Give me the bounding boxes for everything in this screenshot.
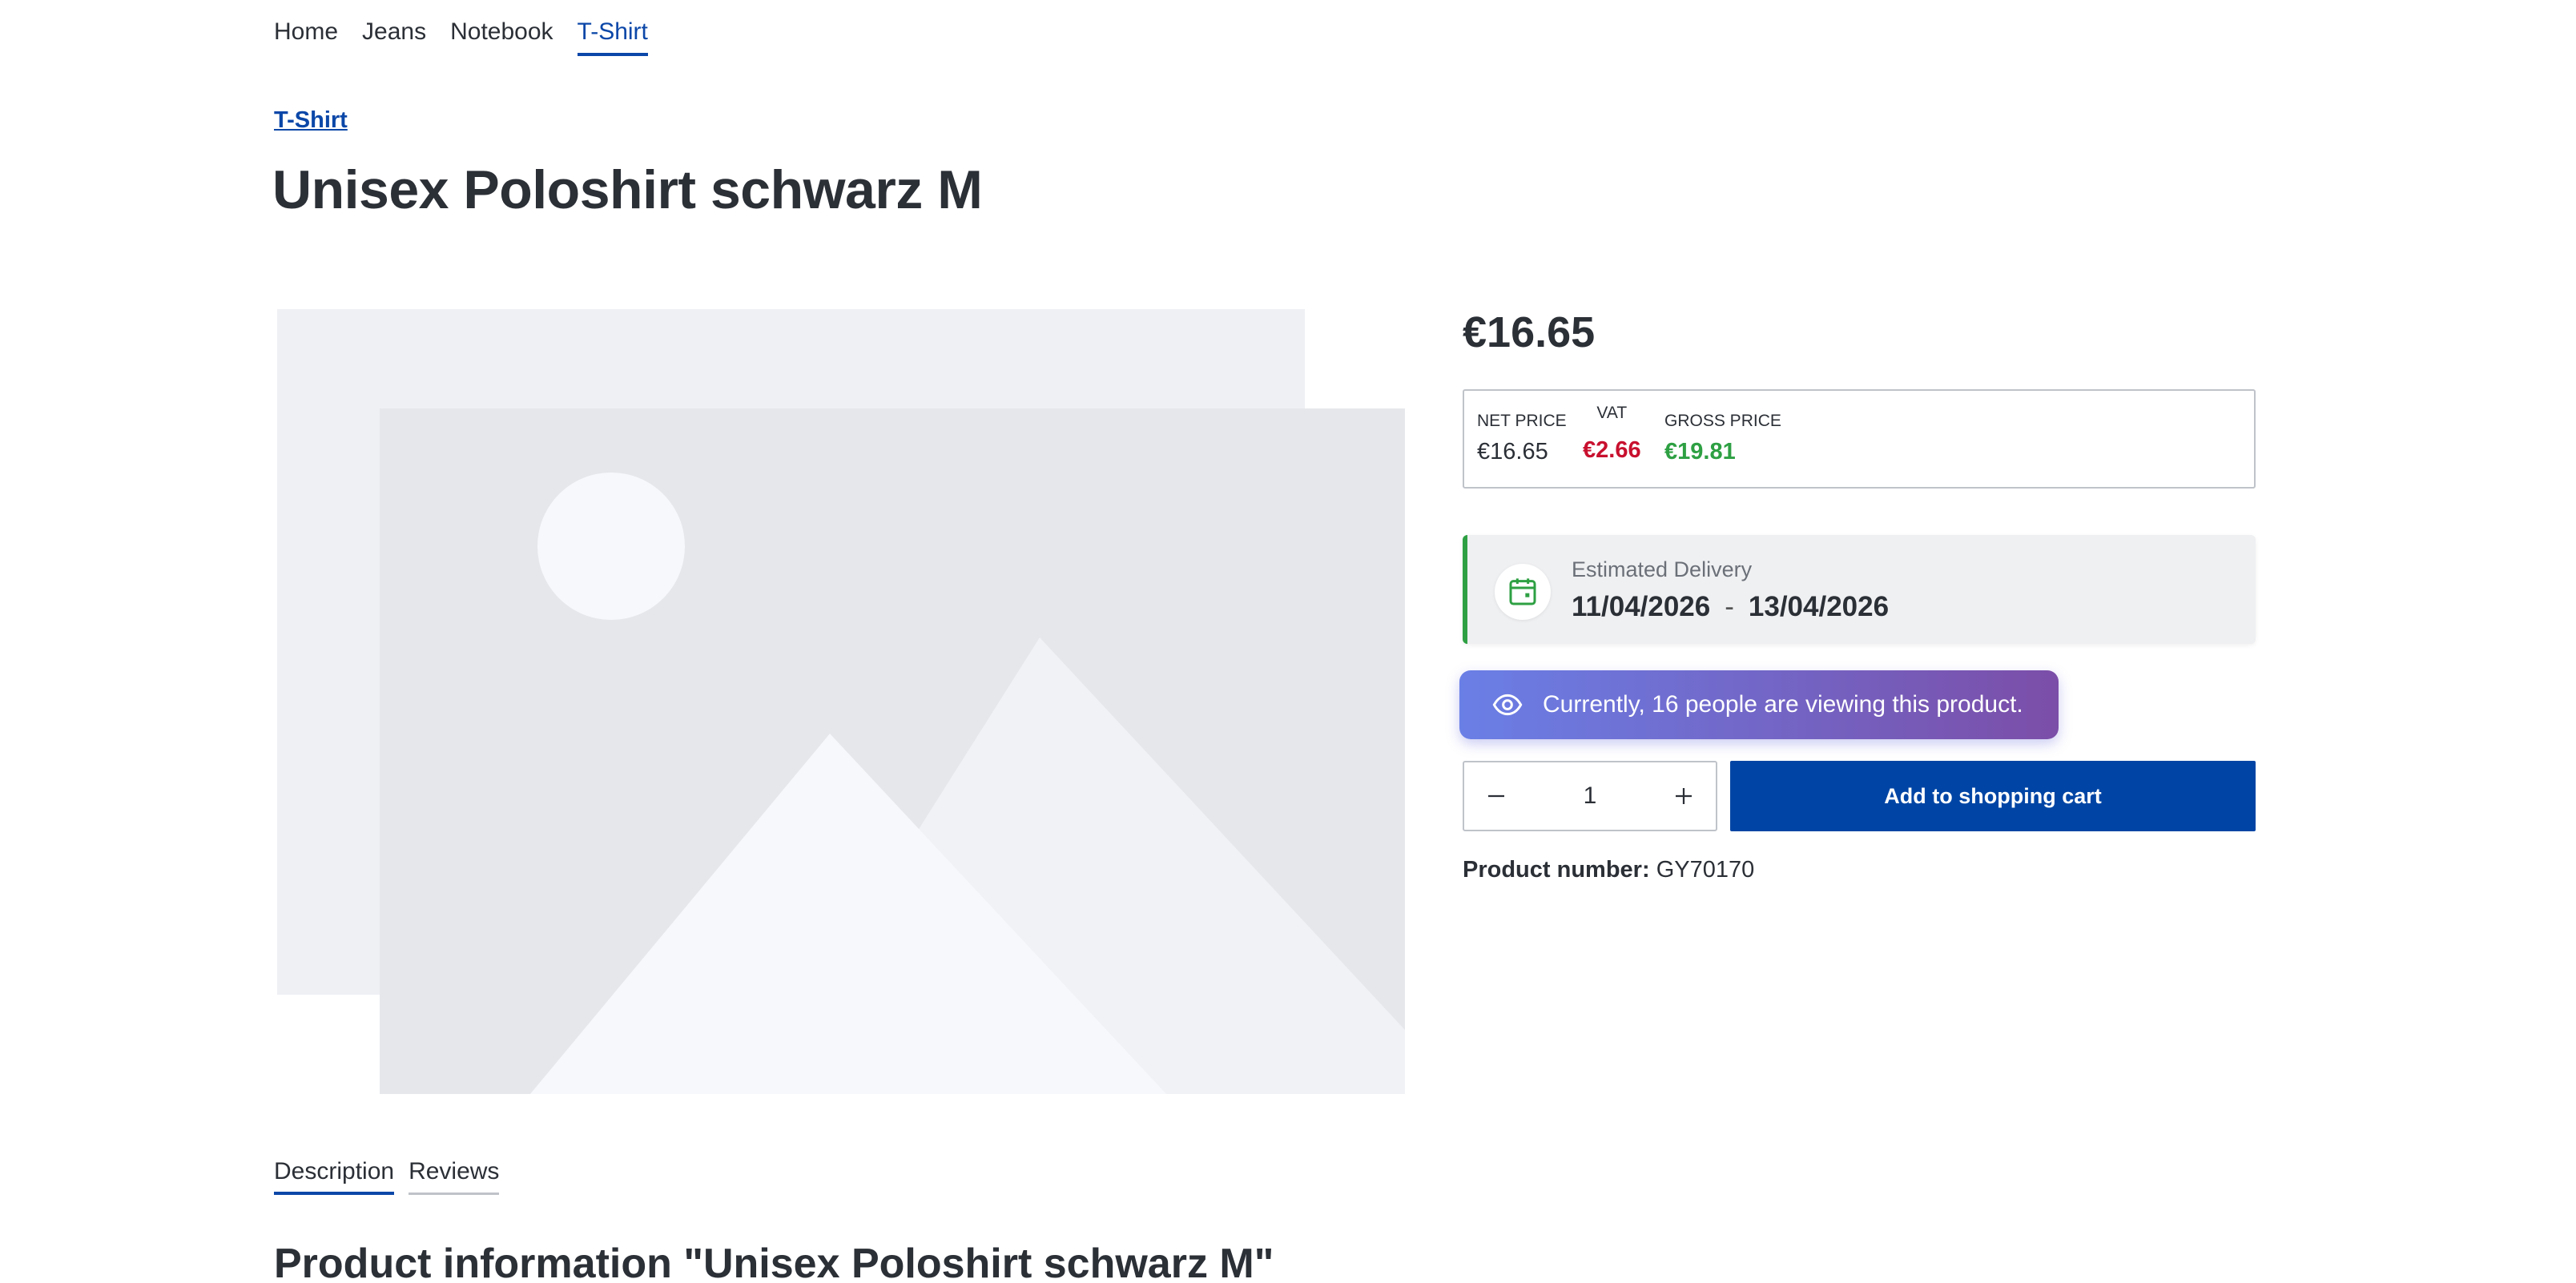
tab-reviews[interactable]: Reviews bbox=[409, 1158, 500, 1195]
price-breakdown: NET PRICE €16.65 VAT €2.66 GROSS PRICE €… bbox=[1463, 389, 2256, 489]
delivery-label: Estimated Delivery bbox=[1572, 557, 1753, 581]
net-price-label: NET PRICE bbox=[1477, 412, 1567, 430]
quantity-stepper: 1 bbox=[1463, 761, 1717, 831]
nav-item-t-shirt[interactable]: T-Shirt bbox=[577, 16, 648, 56]
product-number: Product number: GY70170 bbox=[1463, 857, 1754, 883]
delivery-separator: - bbox=[1725, 591, 1734, 622]
quantity-value[interactable]: 1 bbox=[1584, 782, 1597, 810]
minus-icon[interactable] bbox=[1464, 762, 1528, 830]
net-price: NET PRICE €16.65 bbox=[1477, 412, 1567, 465]
estimated-delivery: Estimated Delivery 11/04/2026-13/04/2026 bbox=[1463, 535, 2256, 644]
gross-price: GROSS PRICE €19.81 bbox=[1664, 412, 1781, 465]
main-navigation: Home Jeans Notebook T-Shirt bbox=[274, 16, 648, 56]
vat-value: €2.66 bbox=[1583, 437, 1641, 463]
delivery-to: 13/04/2026 bbox=[1748, 591, 1890, 622]
vat: VAT €2.66 bbox=[1583, 404, 1641, 464]
delivery-from: 11/04/2026 bbox=[1572, 591, 1711, 622]
product-image[interactable] bbox=[277, 309, 1405, 1094]
product-number-label: Product number: bbox=[1463, 857, 1650, 883]
add-to-cart-button[interactable]: Add to shopping cart bbox=[1730, 761, 2256, 831]
nav-item-notebook[interactable]: Notebook bbox=[450, 16, 553, 56]
gross-price-label: GROSS PRICE bbox=[1664, 412, 1781, 430]
image-placeholder-icon bbox=[277, 309, 1405, 1094]
nav-item-home[interactable]: Home bbox=[274, 16, 338, 56]
vat-label: VAT bbox=[1596, 404, 1628, 422]
breadcrumb-category[interactable]: T-Shirt bbox=[274, 107, 348, 134]
nav-item-jeans[interactable]: Jeans bbox=[362, 16, 426, 56]
page-title: Unisex Poloshirt schwarz M bbox=[272, 159, 983, 220]
plus-icon[interactable] bbox=[1652, 762, 1716, 830]
calendar-icon bbox=[1495, 564, 1551, 620]
product-tabs: Description Reviews bbox=[274, 1158, 500, 1195]
net-price-value: €16.65 bbox=[1477, 439, 1548, 465]
gross-price-value: €19.81 bbox=[1664, 439, 1736, 465]
delivery-dates: 11/04/2026-13/04/2026 bbox=[1572, 591, 1889, 623]
product-price: €16.65 bbox=[1463, 308, 1596, 356]
product-page: Home Jeans Notebook T-Shirt T-Shirt Unis… bbox=[0, 0, 2576, 1283]
product-number-value: GY70170 bbox=[1656, 857, 1755, 883]
viewing-text: Currently, 16 people are viewing this pr… bbox=[1543, 691, 2023, 718]
eye-icon bbox=[1491, 689, 1523, 721]
viewing-notice: Currently, 16 people are viewing this pr… bbox=[1459, 670, 2059, 739]
tab-description[interactable]: Description bbox=[274, 1158, 395, 1195]
product-info-heading: Product information "Unisex Poloshirt sc… bbox=[274, 1241, 1274, 1283]
